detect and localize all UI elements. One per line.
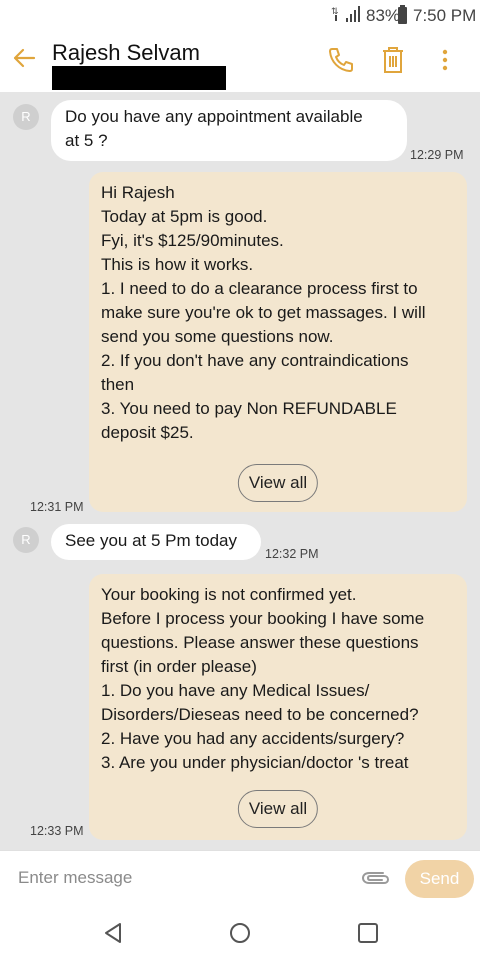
view-all-button[interactable]: View all [237,464,319,502]
message-line: make sure you're ok to get massages. I w… [101,303,426,322]
incoming-message[interactable]: See you at 5 Pm today [51,524,261,560]
recents-square-icon[interactable] [355,920,381,946]
status-bar: ⇅ 83% 7:50 PM [0,0,480,30]
message-line: 2. If you don't have any contraindicatio… [101,351,409,370]
message-line: Before I process your booking I have som… [101,609,425,628]
message-line: then [101,375,135,394]
message-line: Disorders/Dieseas need to be concerned? [101,705,419,724]
phone-icon[interactable] [325,44,355,76]
message-time: 12:33 PM [30,824,84,838]
message-line: Your booking is not confirmed yet. [101,585,357,604]
incoming-message[interactable]: Do you have any appointment available at… [51,100,407,161]
send-button[interactable]: Send [405,860,474,898]
battery-percent: 83% [366,6,401,25]
contact-avatar[interactable]: R [13,104,39,130]
message-input[interactable] [18,863,338,893]
message-line: 1. Do you have any Medical Issues/ [101,681,370,700]
message-line: See you at 5 Pm today [65,531,237,550]
conversation-header: Rajesh Selvam [0,30,480,92]
message-line: Fyi, it's $125/90minutes. [101,231,284,250]
attach-icon[interactable] [357,864,393,892]
message-line: send you some questions now. [101,327,334,346]
message-line: 3. Are you under physician/doctor 's tre… [101,753,409,772]
message-time: 12:31 PM [30,500,84,514]
back-triangle-icon[interactable] [100,920,126,946]
contact-avatar[interactable]: R [13,527,39,553]
composer: Send [0,850,480,906]
system-nav-bar [0,906,480,960]
message-line: first (in order please) [101,657,257,676]
home-circle-icon[interactable] [227,920,253,946]
outgoing-message[interactable]: Hi Rajesh Today at 5pm is good. Fyi, it'… [89,172,467,512]
clock: 7:50 PM [413,6,477,25]
svg-text:⇅: ⇅ [331,6,339,16]
message-time: 12:29 PM [410,148,464,162]
message-line: 1. I need to do a clearance process firs… [101,279,418,298]
message-line: deposit $25. [101,423,194,442]
message-line: This is how it works. [101,255,254,274]
trash-icon[interactable] [378,44,408,76]
message-line: Hi Rajesh [101,183,175,202]
view-all-button[interactable]: View all [237,790,319,828]
message-time: 12:32 PM [265,547,319,561]
battery-icon [398,5,407,24]
message-line: Do you have any appointment available [65,107,363,126]
more-vert-icon[interactable] [430,44,460,76]
contact-name[interactable]: Rajesh Selvam [52,40,200,66]
redacted-number [52,66,226,90]
message-line: questions. Please answer these questions [101,633,419,652]
wifi-icon: ⇅ [331,6,339,21]
outgoing-message[interactable]: Your booking is not confirmed yet. Befor… [89,574,467,840]
message-line: 2. Have you had any accidents/surgery? [101,729,405,748]
message-line: at 5 ? [65,131,108,150]
message-line: Today at 5pm is good. [101,207,268,226]
message-list[interactable]: R Do you have any appointment available … [0,92,480,850]
back-arrow-icon[interactable] [10,44,38,72]
message-line: 3. You need to pay Non REFUNDABLE [101,399,397,418]
signal-icon [346,6,360,22]
